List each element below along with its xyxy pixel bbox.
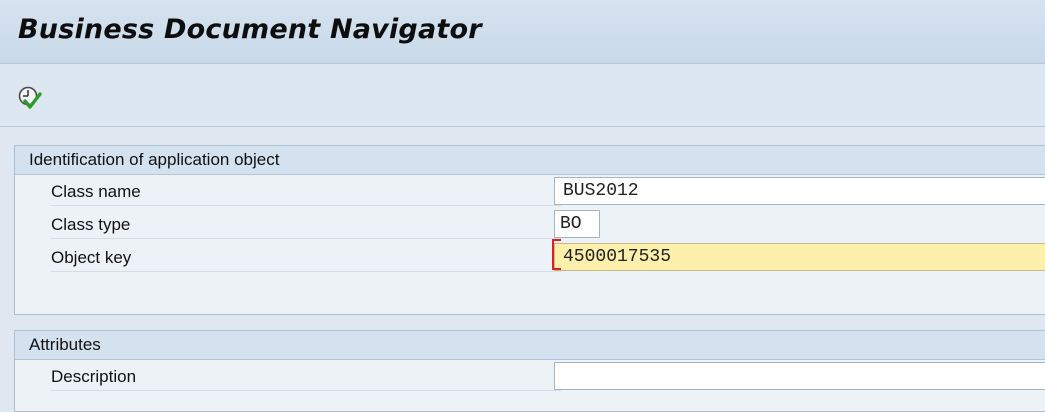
object-key-label: Object key: [51, 243, 561, 272]
object-key-field[interactable]: [554, 243, 1045, 271]
class-name-field[interactable]: [554, 177, 1045, 205]
attributes-group-header: Attributes: [15, 331, 1045, 360]
title-bar: Business Document Navigator: [0, 0, 1045, 64]
class-type-row: Class type: [15, 208, 1045, 241]
execute-button[interactable]: [16, 84, 48, 112]
class-name-label: Class name: [51, 177, 561, 206]
identification-group-header: Identification of application object: [15, 146, 1045, 175]
execute-clock-check-icon: [18, 86, 42, 109]
application-toolbar: [0, 64, 1045, 127]
class-type-label: Class type: [51, 210, 561, 239]
description-field[interactable]: [554, 362, 1045, 390]
class-type-field[interactable]: [554, 210, 600, 238]
class-name-row: Class name: [15, 175, 1045, 208]
description-row: Description: [15, 360, 1045, 393]
attributes-group: Attributes Description: [14, 330, 1045, 412]
page-title: Business Document Navigator: [18, 14, 482, 45]
object-key-row: Object key: [15, 239, 1045, 274]
identification-group: Identification of application object Cla…: [14, 145, 1045, 315]
description-label: Description: [51, 362, 561, 391]
